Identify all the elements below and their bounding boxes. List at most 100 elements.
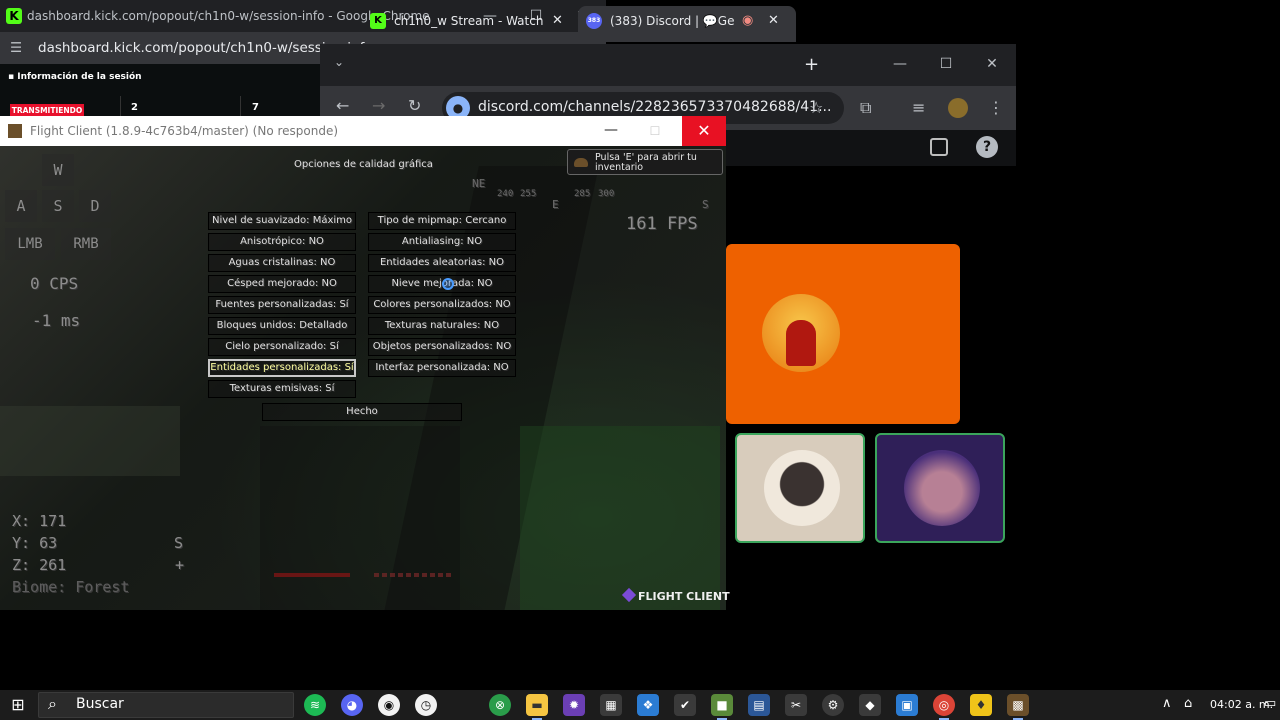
participant-tile[interactable] — [875, 433, 1005, 543]
tasks-icon[interactable]: ✔ — [674, 694, 696, 716]
steam-icon[interactable]: ⚙ — [822, 694, 844, 716]
app-icon[interactable]: ▣ — [896, 694, 918, 716]
store-icon[interactable]: ▦ — [600, 694, 622, 716]
minimize-icon[interactable]: — — [596, 116, 626, 146]
minimize-icon[interactable]: — — [880, 56, 920, 72]
tab-discord[interactable]: 383 (383) Discord | 💬Gene ◉ ✕ — [578, 6, 796, 42]
spotify-icon[interactable]: ≋ — [304, 694, 326, 716]
maximize-icon[interactable]: ☐ — [926, 56, 966, 72]
toast-text: Pulsa 'E' para abrir tu inventario — [595, 152, 697, 173]
option-connected-textures[interactable]: Bloques unidos: Detallado — [208, 317, 356, 335]
file-explorer-icon[interactable]: ▬ — [526, 694, 548, 720]
participant-avatar — [904, 450, 980, 526]
close-button[interactable]: ✕ — [682, 116, 726, 146]
keystroke-rmb: RMB — [61, 228, 111, 260]
tab-kick-stream[interactable]: K ch1n0_w Stream - Watch Live ✕ — [360, 6, 576, 42]
health-bar — [274, 573, 350, 577]
bookmark-star-icon[interactable]: ☆ — [809, 98, 823, 117]
mouse-cursor-icon — [442, 278, 454, 290]
help-icon[interactable]: ? — [976, 136, 998, 158]
keystroke-d: D — [79, 190, 111, 222]
option-custom-entities[interactable]: Entidades personalizadas: Sí — [208, 359, 356, 377]
inventory-chest-icon — [574, 158, 588, 167]
kick-logo-icon: K — [6, 8, 22, 24]
participant-avatar — [764, 450, 840, 526]
biome-label: Biome: Forest — [12, 578, 130, 596]
minecraft-client-icon[interactable]: ▩ — [1007, 694, 1029, 720]
new-tab-button[interactable]: + — [804, 54, 819, 75]
copilot-icon[interactable]: ❖ — [637, 694, 659, 716]
profile-avatar[interactable] — [948, 98, 968, 118]
app-icon[interactable]: ▤ — [748, 694, 770, 716]
network-icon[interactable]: ⌂ — [1184, 696, 1192, 711]
media-controls-icon[interactable]: ≡ — [912, 98, 925, 117]
option-clear-water[interactable]: Aguas cristalinas: NO — [208, 254, 356, 272]
cps-counter: 0 CPS — [30, 274, 79, 293]
extensions-icon[interactable]: ⧉ — [860, 98, 871, 118]
compass-tick: 285 — [574, 189, 591, 199]
option-random-entities[interactable]: Entidades aleatorias: NO — [368, 254, 516, 272]
done-button[interactable]: Hecho — [262, 403, 462, 421]
compass-s: S — [702, 198, 709, 211]
session-stat-1: 2 — [131, 102, 138, 113]
app-icon[interactable]: ✹ — [563, 694, 585, 716]
windows-start-icon[interactable]: ⊞ — [6, 690, 30, 720]
option-natural-textures[interactable]: Texturas naturales: NO — [368, 317, 516, 335]
option-emissive-textures[interactable]: Texturas emisivas: Sí — [208, 380, 356, 398]
app-icon[interactable]: ♦ — [970, 694, 992, 716]
maximize-icon[interactable]: ☐ — [640, 116, 670, 146]
minecraft-block-icon — [8, 124, 22, 138]
close-icon[interactable]: ✕ — [972, 56, 1012, 72]
keystroke-lmb: LMB — [5, 228, 55, 260]
tray-overflow-icon[interactable]: ∧ — [1162, 696, 1172, 711]
chrome-icon[interactable]: ◎ — [933, 694, 955, 720]
shadow-block-shape — [260, 426, 460, 610]
taskbar-search-label: Buscar — [76, 696, 124, 712]
hunger-bar — [374, 573, 452, 577]
option-custom-gui[interactable]: Interfaz personalizada: NO — [368, 359, 516, 377]
option-custom-sky[interactable]: Cielo personalizado: Sí — [208, 338, 356, 356]
close-tab-icon[interactable]: ✕ — [552, 6, 563, 36]
forward-icon[interactable]: → — [372, 96, 385, 115]
compass-e: E — [552, 198, 559, 211]
back-icon[interactable]: ← — [336, 96, 349, 115]
option-antialiasing[interactable]: Antialiasing: NO — [368, 233, 516, 251]
kick-favicon-icon: K — [370, 13, 386, 29]
option-custom-colors[interactable]: Colores personalizados: NO — [368, 296, 516, 314]
xbox-icon[interactable]: ⊗ — [489, 694, 511, 716]
compass-tick: 240 — [497, 189, 514, 199]
clock-app-icon[interactable]: ◷ — [415, 694, 437, 716]
minecraft-launcher-icon[interactable]: ■ — [711, 694, 733, 720]
coord-z: Z: 261 — [12, 556, 67, 574]
discord-icon[interactable]: ◕ — [341, 694, 363, 716]
keystroke-s: S — [42, 190, 74, 222]
tab-search-icon[interactable]: ⌄ — [334, 55, 344, 69]
compass-tick: 255 — [520, 189, 537, 199]
snip-tool-icon[interactable]: ✂ — [785, 694, 807, 716]
participant-tile[interactable] — [735, 433, 865, 543]
option-antialias-level[interactable]: Nivel de suavizado: Máximo — [208, 212, 356, 230]
coord-x: X: 171 — [12, 512, 67, 530]
option-custom-items[interactable]: Objetos personalizados: NO — [368, 338, 516, 356]
hooded-figure-icon — [786, 320, 816, 366]
keystroke-w: W — [42, 154, 74, 186]
session-info-heading: ▪ Información de la sesión — [8, 72, 142, 82]
session-stat-2: 7 — [252, 102, 259, 113]
session-info-label: Información de la sesión — [17, 72, 142, 82]
keystroke-a: A — [5, 190, 37, 222]
reload-icon[interactable]: ↻ — [408, 96, 421, 115]
address-url: discord.com/channels/228236573370482688/… — [478, 99, 832, 115]
app-icon[interactable]: ◆ — [859, 694, 881, 716]
notifications-icon[interactable]: ▭ — [1264, 696, 1276, 711]
recording-icon: ◉ — [742, 13, 754, 28]
chrome-menu-icon[interactable]: ⋮ — [988, 98, 1004, 117]
option-mipmap-type[interactable]: Tipo de mipmap: Cercano — [368, 212, 516, 230]
close-tab-icon[interactable]: ✕ — [768, 6, 779, 36]
discord-header: ? — [726, 130, 1016, 166]
inbox-icon[interactable] — [930, 138, 948, 156]
site-settings-icon[interactable]: ☰ — [10, 32, 22, 64]
option-custom-fonts[interactable]: Fuentes personalizadas: Sí — [208, 296, 356, 314]
obs-icon[interactable]: ◉ — [378, 694, 400, 716]
option-better-grass[interactable]: Césped mejorado: NO — [208, 275, 356, 293]
option-anisotropic[interactable]: Anisotrópico: NO — [208, 233, 356, 251]
